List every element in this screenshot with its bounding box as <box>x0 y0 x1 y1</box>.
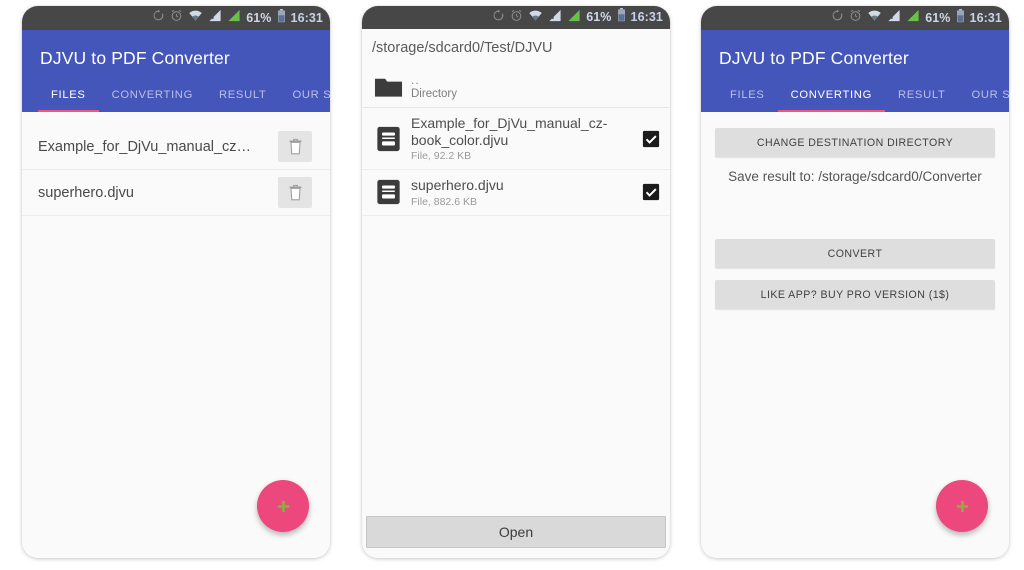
entry-subtitle: Directory <box>411 88 458 100</box>
file-icon <box>372 126 404 152</box>
alarm-icon <box>510 9 523 27</box>
tab-bar: FILES CONVERTING RESULT OUR SITE <box>22 86 330 112</box>
delete-file-button[interactable] <box>278 177 312 208</box>
tab-result[interactable]: RESULT <box>206 86 280 112</box>
status-bar: 61% 16:31 <box>22 6 330 30</box>
signal-sim1-icon <box>208 9 222 27</box>
entry-title: Example_for_DjVu_manual_cz-book_color.dj… <box>411 115 608 148</box>
wifi-icon <box>188 9 203 27</box>
signal-sim1-icon <box>887 9 901 27</box>
battery-percent: 61% <box>925 10 951 25</box>
list-item[interactable]: Example_for_DjVu_manual_cz-book_color.dj… <box>362 108 670 171</box>
app-bar: DJVU to PDF Converter FILES CONVERTING R… <box>22 30 330 112</box>
entry-title: superhero.djvu <box>411 177 504 194</box>
entry-title: .. <box>411 73 420 87</box>
entry-text: .. Directory <box>404 74 660 100</box>
phone-screen-files: 61% 16:31 DJVU to PDF Converter FILES CO… <box>22 6 330 558</box>
buy-pro-version-button[interactable]: LIKE APP? BUY PRO VERSION (1$) <box>715 280 995 309</box>
status-bar: 61% 16:31 <box>701 6 1009 30</box>
list-item[interactable]: Example_for_DjVu_manual_cz… <box>22 124 330 170</box>
delete-file-button[interactable] <box>278 131 312 162</box>
battery-percent: 61% <box>586 10 612 25</box>
phone-screen-file-picker: 61% 16:31 /storage/sdcard0/Test/DJVU .. … <box>362 6 670 558</box>
tab-files[interactable]: FILES <box>38 86 99 112</box>
status-time: 16:31 <box>630 10 663 25</box>
battery-icon <box>956 8 965 28</box>
rotate-icon <box>492 9 505 27</box>
app-bar: DJVU to PDF Converter FILES CONVERTING R… <box>701 30 1009 112</box>
entry-text: superhero.djvu File, 882.6 KB <box>404 177 642 208</box>
file-icon <box>372 179 404 205</box>
tab-converting[interactable]: CONVERTING <box>777 86 886 112</box>
battery-percent: 61% <box>246 10 272 25</box>
tab-our-site[interactable]: OUR SITE <box>280 86 331 112</box>
folder-icon <box>372 75 404 99</box>
file-name: superhero.djvu <box>38 184 134 201</box>
trash-icon <box>289 138 301 155</box>
entry-subtitle: File, 882.6 KB <box>411 195 477 208</box>
battery-icon <box>277 8 286 28</box>
add-file-fab[interactable] <box>936 480 988 532</box>
list-item[interactable]: superhero.djvu <box>22 170 330 216</box>
file-name: Example_for_DjVu_manual_cz… <box>38 138 252 155</box>
signal-sim2-icon <box>227 9 241 27</box>
converting-container: CHANGE DESTINATION DIRECTORY Save result… <box>701 112 1009 558</box>
open-button[interactable]: Open <box>366 516 666 548</box>
signal-sim2-icon <box>906 9 920 27</box>
wifi-icon <box>867 9 882 27</box>
tab-bar: FILES CONVERTING RESULT OUR SITE <box>701 86 1009 112</box>
entry-subtitle: File, 92.2 KB <box>411 150 472 163</box>
tab-converting[interactable]: CONVERTING <box>99 86 206 112</box>
tab-result[interactable]: RESULT <box>885 86 959 112</box>
signal-sim1-icon <box>548 9 562 27</box>
rotate-icon <box>152 9 165 27</box>
alarm-icon <box>170 9 183 27</box>
status-bar: 61% 16:31 <box>362 6 670 29</box>
file-picker-dialog: /storage/sdcard0/Test/DJVU .. Directory <box>362 29 670 558</box>
entry-checkbox[interactable] <box>642 130 660 148</box>
page-title: DJVU to PDF Converter <box>719 48 909 68</box>
phone-screen-converting: 61% 16:31 DJVU to PDF Converter FILES CO… <box>701 6 1009 558</box>
screenshot-stage: 61% 16:31 DJVU to PDF Converter FILES CO… <box>0 0 1024 570</box>
trash-icon <box>289 184 301 201</box>
list-item[interactable]: superhero.djvu File, 882.6 KB <box>362 170 670 216</box>
alarm-icon <box>849 9 862 27</box>
picker-empty-space <box>362 215 670 509</box>
plus-icon <box>277 500 289 512</box>
rotate-icon <box>831 9 844 27</box>
add-file-fab[interactable] <box>257 480 309 532</box>
page-title: DJVU to PDF Converter <box>40 48 230 68</box>
tab-files[interactable]: FILES <box>717 86 778 112</box>
plus-icon <box>956 500 968 512</box>
tab-our-site[interactable]: OUR SITE <box>959 86 1010 112</box>
convert-button[interactable]: CONVERT <box>715 239 995 268</box>
status-time: 16:31 <box>290 10 323 25</box>
status-time: 16:31 <box>969 10 1002 25</box>
change-destination-directory-button[interactable]: CHANGE DESTINATION DIRECTORY <box>715 128 995 157</box>
entry-checkbox[interactable] <box>642 183 660 201</box>
save-result-path: Save result to: /storage/sdcard0/Convert… <box>728 169 982 184</box>
current-path: /storage/sdcard0/Test/DJVU <box>362 29 670 67</box>
files-list-container: Example_for_DjVu_manual_cz… superhero.dj… <box>22 112 330 558</box>
list-item-parent-directory[interactable]: .. Directory <box>362 67 670 108</box>
checkbox-checked-icon <box>642 184 660 201</box>
wifi-icon <box>528 9 543 27</box>
signal-sim2-icon <box>567 9 581 27</box>
checkbox-checked-icon <box>642 130 660 147</box>
entry-text: Example_for_DjVu_manual_cz-book_color.dj… <box>404 115 642 162</box>
picker-footer: Open <box>362 509 670 558</box>
battery-icon <box>617 8 626 27</box>
